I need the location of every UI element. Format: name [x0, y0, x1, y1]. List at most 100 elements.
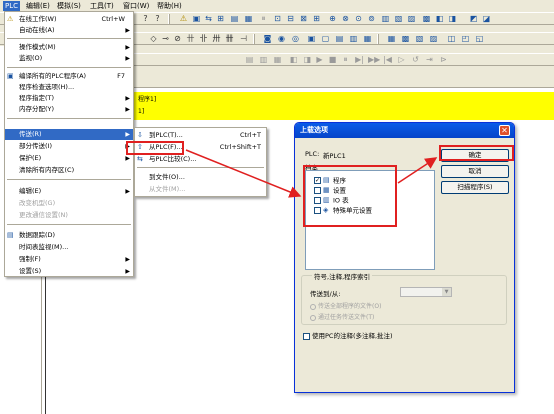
- upload-options-dialog: 上载选项 ✕ PLC: 新PLC1 档案 ✓ ▤ 程序 ▦ 设置 ▥ IO 表 ◈ 特殊单…: [294, 122, 515, 393]
- sim-stepin-icon[interactable]: ▶▶: [368, 55, 380, 65]
- tool-icon-l[interactable]: ▩: [421, 14, 432, 24]
- monitor-icon[interactable]: ▤: [229, 14, 240, 24]
- coil-icon[interactable]: 卄: [185, 34, 196, 44]
- tool-icon-j[interactable]: ▧: [393, 14, 404, 24]
- chevron-down-icon: ▼: [442, 288, 451, 296]
- tool-icon-h[interactable]: ⊚: [366, 14, 377, 24]
- close-icon[interactable]: ✕: [499, 125, 510, 136]
- submenu-item-to-plc[interactable]: ⇩ 到PLC(T)... Ctrl+T: [135, 130, 266, 141]
- submenu-item-to-file[interactable]: 到文件(O)...: [135, 172, 266, 183]
- tool-icon-d[interactable]: ⊞: [311, 14, 322, 24]
- menu-item-compile-all[interactable]: ▣ 编译所有的PLC程序(A) F7: [5, 71, 133, 82]
- menu-item-data-trace[interactable]: ▤ 数据跟踪(D): [5, 230, 133, 241]
- grid-icon-f[interactable]: ◰: [460, 34, 471, 44]
- sim-stop-icon[interactable]: ■: [327, 55, 338, 65]
- tool-icon-g[interactable]: ⊙: [353, 14, 364, 24]
- tool-icon-b[interactable]: ⊟: [285, 14, 296, 24]
- menu-item-protect[interactable]: 保护(E) ▶: [5, 153, 133, 164]
- instruction-icon[interactable]: ⊣: [238, 34, 249, 44]
- menu-item-partial-transfer[interactable]: 部分传送(I) ▶: [5, 141, 133, 152]
- menu-edit[interactable]: 编辑(E): [24, 1, 52, 11]
- submenu-arrow-icon: ▶: [125, 95, 130, 102]
- horizontal-line-icon[interactable]: 卅: [211, 34, 222, 44]
- menu-item-clear-memory[interactable]: 清除所有内存区(C): [5, 165, 133, 176]
- cancel-button[interactable]: 取消: [441, 165, 509, 178]
- toggle-icon-f[interactable]: ▤: [334, 34, 345, 44]
- use-pc-comments-row[interactable]: 使用PC的注释(多注释,批注): [303, 330, 393, 340]
- menu-item-time-chart[interactable]: 时间表监视(M)...: [5, 242, 133, 253]
- tool-icon-a[interactable]: ⊡: [272, 14, 283, 24]
- pause-icon[interactable]: ⏸: [258, 14, 269, 24]
- toggle-icon-b[interactable]: ◉: [276, 34, 287, 44]
- sim-icon-c[interactable]: ▦: [272, 55, 283, 65]
- help-icon[interactable]: ?: [140, 14, 151, 24]
- grid-icon-c[interactable]: ▧: [414, 34, 425, 44]
- sim-step-icon[interactable]: ▶|: [354, 55, 365, 65]
- sim-pause-icon[interactable]: ⏸: [340, 55, 351, 65]
- toggle-icon-h[interactable]: ▦: [362, 34, 373, 44]
- contact-icon[interactable]: ⊸: [160, 34, 171, 44]
- sim-stepout-icon[interactable]: |◀: [382, 55, 393, 65]
- tool-icon-m[interactable]: ◧: [434, 14, 445, 24]
- context-help-icon[interactable]: ?: [152, 14, 163, 24]
- grid-icon-d[interactable]: ▨: [428, 34, 439, 44]
- menu-window[interactable]: 窗口(W): [121, 1, 151, 11]
- menu-item-memory[interactable]: 内存分配(Y) ▶: [5, 104, 133, 115]
- menu-item-settings[interactable]: 设置(S) ▶: [5, 266, 133, 277]
- menu-item-online[interactable]: ⚠ 在线工作(W) Ctrl+W: [5, 14, 133, 25]
- toggle-icon-g[interactable]: ▥: [348, 34, 359, 44]
- use-pc-comments-checkbox[interactable]: [303, 332, 310, 340]
- diagram-icon[interactable]: ⊞: [215, 14, 226, 24]
- menu-item-operating-mode[interactable]: 操作模式(M) ▶: [5, 42, 133, 53]
- menu-item-edit[interactable]: 编辑(E) ▶: [5, 186, 133, 197]
- menu-item-monitor[interactable]: 监视(O) ▶: [5, 53, 133, 64]
- grid-icon-e[interactable]: ◫: [446, 34, 457, 44]
- tool-icon-o[interactable]: ◩: [468, 14, 479, 24]
- auto-online-icon[interactable]: ▣: [191, 14, 202, 24]
- tool-icon-p[interactable]: ◪: [481, 14, 492, 24]
- trace-icon: ▤: [7, 231, 14, 239]
- menu-item-program-assign[interactable]: 程序指定(T) ▶: [5, 93, 133, 104]
- tool-icon-i[interactable]: ▥: [380, 14, 391, 24]
- tool-icon-f[interactable]: ⊗: [340, 14, 351, 24]
- toggle-icon-a[interactable]: ◙: [262, 34, 273, 44]
- menu-simulate[interactable]: 模拟(S): [55, 1, 83, 11]
- grid-icon-g[interactable]: ◱: [474, 34, 485, 44]
- scan-program-button[interactable]: 扫描程序(S): [441, 181, 509, 194]
- sim-reset-icon[interactable]: ↺: [410, 55, 421, 65]
- menu-item-transfer[interactable]: 传送(R) ▶: [5, 129, 133, 140]
- coil-nc-icon[interactable]: 卝: [198, 34, 209, 44]
- tool-icon-k[interactable]: ▨: [406, 14, 417, 24]
- menu-item-force[interactable]: 强制(F) ▶: [5, 254, 133, 265]
- sim-icon-a[interactable]: ▤: [244, 55, 255, 65]
- tool-icon-n[interactable]: ◨: [447, 14, 458, 24]
- sim-run-icon[interactable]: ▶: [314, 55, 325, 65]
- toggle-icon-e[interactable]: ▢: [320, 34, 331, 44]
- menu-help[interactable]: 帮助(H): [155, 1, 184, 11]
- toggle-icon-c[interactable]: ◎: [290, 34, 301, 44]
- sim-icon-e[interactable]: ◨: [302, 55, 313, 65]
- tool-icon-e[interactable]: ⊕: [327, 14, 338, 24]
- connect-icon[interactable]: ⇆: [203, 14, 214, 24]
- diamond-icon[interactable]: ◇: [148, 34, 159, 44]
- menu-item-auto-online[interactable]: 自动在线(A) ▶: [5, 25, 133, 36]
- grid-icon-b[interactable]: ▩: [400, 34, 411, 44]
- mode-icon[interactable]: ▦: [243, 14, 254, 24]
- sim-next-icon[interactable]: ⇥: [424, 55, 435, 65]
- contact-nc-icon[interactable]: ⊘: [172, 34, 183, 44]
- sim-icon-b[interactable]: ▥: [258, 55, 269, 65]
- online-warning-icon[interactable]: ⚠: [178, 14, 189, 24]
- menu-tools[interactable]: 工具(T): [88, 1, 116, 11]
- vertical-line-icon[interactable]: 卌: [224, 34, 235, 44]
- transfer-submenu: ⇩ 到PLC(T)... Ctrl+T ⇧ 从PLC(F)... Ctrl+Shift+…: [134, 127, 267, 197]
- toggle-icon-d[interactable]: ▣: [306, 34, 317, 44]
- section-label: 程序1]: [138, 96, 157, 103]
- tool-icon-c[interactable]: ⊠: [298, 14, 309, 24]
- submenu-item-compare-plc[interactable]: ⇆ 与PLC比较(C)...: [135, 154, 266, 165]
- sim-scan-icon[interactable]: ▷: [396, 55, 407, 65]
- sim-icon-d[interactable]: ◧: [288, 55, 299, 65]
- menu-item-program-check[interactable]: 程序检查选项(H)...: [5, 82, 133, 93]
- menu-plc[interactable]: PLC: [3, 1, 21, 11]
- sim-icon-f[interactable]: ⊳: [438, 55, 449, 65]
- grid-icon-a[interactable]: ▦: [386, 34, 397, 44]
